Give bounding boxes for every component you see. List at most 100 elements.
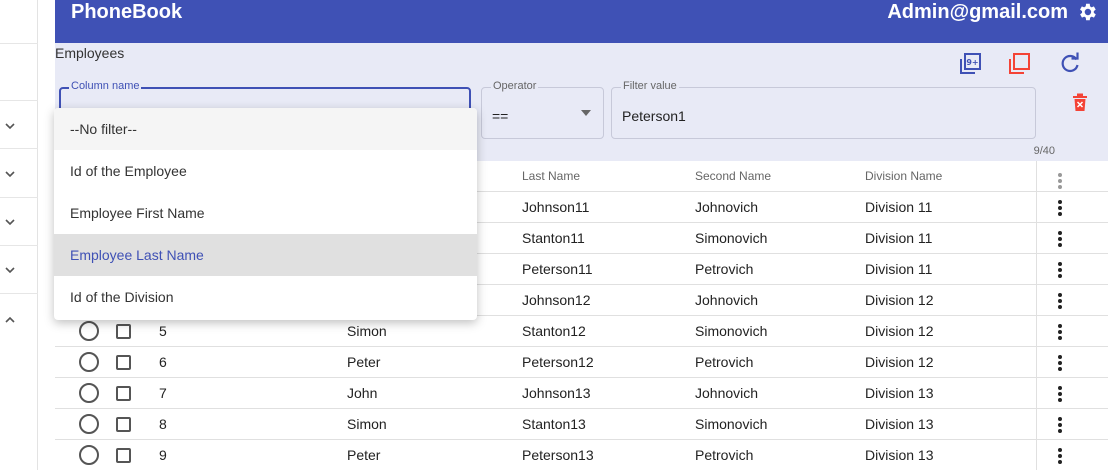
cell-id: 7: [159, 385, 167, 401]
cell-second-name: Simonovich: [695, 323, 768, 339]
table-row[interactable]: 8 Simon Stanton13 Simonovich Division 13: [55, 409, 1108, 440]
sidebar-divider: [0, 100, 38, 101]
header-last-name[interactable]: Last Name: [522, 169, 580, 183]
cell-second-name: Johnovich: [695, 385, 759, 401]
row-radio[interactable]: [79, 352, 99, 372]
delete-icon[interactable]: [1071, 92, 1089, 112]
sidebar-divider: [0, 245, 38, 246]
chevron-down-icon[interactable]: [4, 264, 16, 276]
row-menu-icon[interactable]: [1057, 355, 1063, 373]
cell-division: Division 13: [865, 416, 934, 432]
row-menu-icon[interactable]: [1057, 324, 1063, 342]
dropdown-option[interactable]: Id of the Division: [54, 276, 477, 318]
row-checkbox[interactable]: [116, 386, 131, 401]
table-row[interactable]: 6 Peter Peterson12 Petrovich Division 12: [55, 347, 1108, 378]
cell-second-name: Petrovich: [695, 261, 754, 277]
cell-id: 5: [159, 323, 167, 339]
table-row[interactable]: 7 John Johnson13 Johnovich Division 13: [55, 378, 1108, 409]
operator-label: Operator: [491, 80, 539, 92]
chevron-down-icon[interactable]: [4, 168, 16, 180]
app-header: PhoneBook Admin@gmail.com: [55, 0, 1108, 43]
cell-last-name: Johnson12: [522, 292, 591, 308]
cell-division: Division 12: [865, 292, 934, 308]
dropdown-option[interactable]: Employee First Name: [54, 192, 477, 234]
sidebar-divider: [0, 293, 38, 294]
table-row[interactable]: 9 Peter Peterson13 Petrovich Division 13: [55, 440, 1108, 470]
sidebar-divider: [0, 43, 38, 44]
row-menu-icon[interactable]: [1057, 417, 1063, 435]
cell-first-name: John: [347, 385, 378, 401]
gear-icon[interactable]: [1076, 1, 1098, 23]
app-page: PhoneBook Admin@gmail.com Employees 9+ C…: [0, 0, 1108, 470]
column-name-dropdown: --No filter-- Id of the Employee Employee …: [54, 108, 477, 320]
cell-second-name: Petrovich: [695, 354, 754, 370]
svg-text:9+: 9+: [966, 58, 978, 67]
dropdown-option[interactable]: Id of the Employee: [54, 150, 477, 192]
cell-first-name: Peter: [347, 447, 381, 463]
column-menu-icon[interactable]: [1057, 173, 1063, 191]
cell-first-name: Simon: [347, 323, 387, 339]
cell-last-name: Peterson13: [522, 447, 594, 463]
cell-division: Division 11: [865, 230, 933, 246]
char-counter: 9/40: [1033, 145, 1055, 157]
row-radio[interactable]: [79, 321, 99, 341]
cell-id: 6: [159, 354, 167, 370]
cell-second-name: Simonovich: [695, 416, 768, 432]
row-menu-icon[interactable]: [1057, 231, 1063, 249]
cell-first-name: Peter: [347, 354, 381, 370]
cell-last-name: Peterson11: [522, 261, 593, 277]
cell-id: 8: [159, 416, 167, 432]
column-name-label: Column name: [69, 80, 142, 92]
row-checkbox[interactable]: [116, 324, 131, 339]
dropdown-option[interactable]: Employee Last Name: [54, 234, 477, 276]
row-checkbox[interactable]: [116, 355, 131, 370]
chevron-down-icon[interactable]: [4, 216, 16, 228]
library-add-icon[interactable]: 9+: [957, 51, 983, 77]
filter-value-text[interactable]: Peterson1: [622, 108, 686, 124]
cell-id: 9: [159, 447, 167, 463]
operator-value: ==: [492, 108, 509, 124]
filter-value-input[interactable]: Filter value Peterson1: [611, 80, 1036, 139]
cell-division: Division 12: [865, 323, 934, 339]
user-email[interactable]: Admin@gmail.com: [887, 0, 1068, 24]
copy-icon[interactable]: [1006, 51, 1032, 77]
gutter: [38, 0, 55, 470]
cell-last-name: Stanton13: [522, 416, 586, 432]
cell-division: Division 12: [865, 354, 934, 370]
table-row[interactable]: 5 Simon Stanton12 Simonovich Division 12: [55, 316, 1108, 347]
sidebar-divider: [0, 148, 38, 149]
row-radio[interactable]: [79, 414, 99, 434]
row-menu-icon[interactable]: [1057, 386, 1063, 404]
cell-division: Division 13: [865, 447, 934, 463]
cell-last-name: Stanton11: [522, 230, 585, 246]
cell-last-name: Johnson13: [522, 385, 591, 401]
cell-last-name: Stanton12: [522, 323, 586, 339]
chevron-up-icon[interactable]: [4, 314, 16, 326]
sidebar-divider: [0, 197, 38, 198]
row-checkbox[interactable]: [116, 417, 131, 432]
cell-last-name: Johnson11: [522, 199, 590, 215]
header-division[interactable]: Division Name: [865, 169, 942, 183]
row-menu-icon[interactable]: [1057, 262, 1063, 280]
header-second-name[interactable]: Second Name: [695, 169, 771, 183]
chevron-down-icon[interactable]: [4, 120, 16, 132]
page-title: Employees: [55, 45, 125, 61]
cell-second-name: Johnovich: [695, 199, 759, 215]
filter-value-label: Filter value: [621, 80, 679, 92]
cell-first-name: Simon: [347, 416, 387, 432]
sidebar: [0, 0, 38, 470]
row-menu-icon[interactable]: [1057, 293, 1063, 311]
row-radio[interactable]: [79, 383, 99, 403]
refresh-icon[interactable]: [1057, 51, 1083, 77]
cell-second-name: Petrovich: [695, 447, 754, 463]
cell-second-name: Simonovich: [695, 230, 768, 246]
row-menu-icon[interactable]: [1057, 200, 1063, 218]
row-checkbox[interactable]: [116, 448, 131, 463]
row-radio[interactable]: [79, 445, 99, 465]
dropdown-option[interactable]: --No filter--: [54, 108, 477, 150]
cell-division: Division 11: [865, 199, 933, 215]
caret-down-icon[interactable]: [581, 110, 591, 116]
app-title[interactable]: PhoneBook: [71, 0, 182, 24]
row-menu-icon[interactable]: [1057, 448, 1063, 466]
operator-select[interactable]: Operator ==: [481, 80, 604, 139]
